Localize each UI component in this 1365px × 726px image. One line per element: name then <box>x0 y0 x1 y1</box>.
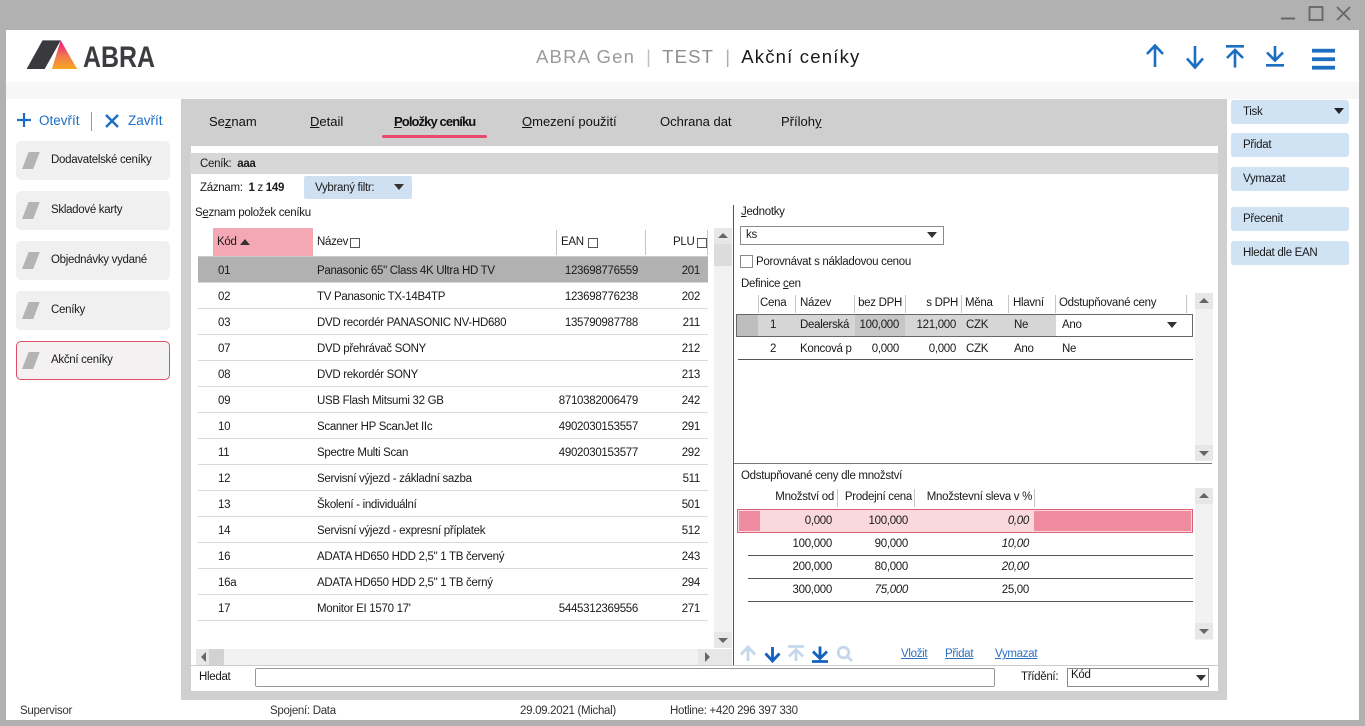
svg-text:ABRA: ABRA <box>83 41 155 71</box>
